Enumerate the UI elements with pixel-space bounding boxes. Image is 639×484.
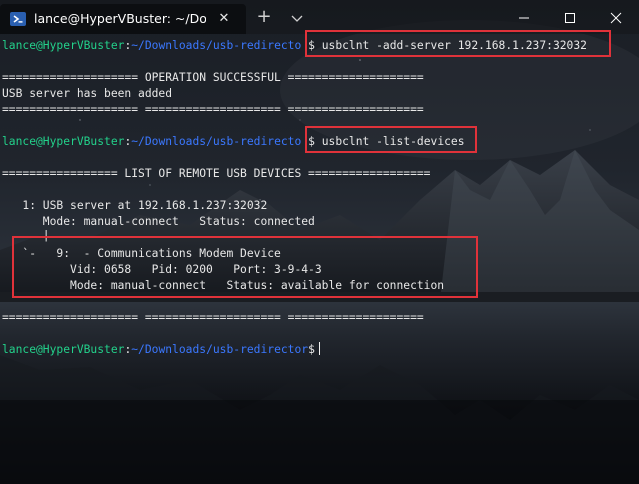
prompt-user: lance@HyperVBuster [2, 135, 125, 148]
prompt-user: lance@HyperVBuster [2, 343, 125, 356]
chevron-down-icon[interactable] [288, 9, 306, 27]
highlight-box-add-server [305, 30, 611, 57]
prompt-path: ~/Downloads/usb-redirecto [131, 135, 302, 148]
separator-line: ==================== OPERATION SUCCESSFU… [2, 71, 424, 84]
prompt-path: ~/Downloads/usb-redirecto [131, 39, 302, 52]
terminal-tab[interactable]: lance@HyperVBuster: ~/Downlc ✕ [0, 4, 246, 34]
prompt-dollar: $ [308, 343, 315, 356]
prompt-line-3: lance@HyperVBuster:~/Downloads/usb-redir… [2, 342, 320, 358]
maximize-button[interactable] [547, 0, 593, 34]
minimize-icon [519, 17, 529, 19]
server-line: 1: USB server at 192.168.1.237:32032 [2, 199, 268, 212]
result-line: USB server has been added [2, 87, 173, 100]
separator-line: ==================== ===================… [2, 311, 424, 324]
tab-close-icon[interactable]: ✕ [216, 11, 232, 27]
separator-line: ==================== ===================… [2, 103, 424, 116]
prompt-user: lance@HyperVBuster [2, 39, 125, 52]
powershell-icon [10, 12, 26, 26]
maximize-icon [565, 13, 575, 23]
new-tab-button[interactable]: + [254, 8, 274, 28]
prompt-path: ~/Downloads/usb-redirector [131, 343, 309, 356]
close-button[interactable] [593, 0, 639, 34]
highlight-box-list-devices [305, 126, 477, 153]
title-bar: lance@HyperVBuster: ~/Downlc ✕ + [0, 0, 639, 34]
list-header-line: ================= LIST OF REMOTE USB DEV… [2, 167, 431, 180]
text-cursor [318, 342, 320, 355]
terminal-window: lance@HyperVBuster: ~/Downlc ✕ + [0, 0, 639, 484]
minimize-button[interactable] [501, 0, 547, 34]
close-icon [610, 12, 622, 24]
tab-title: lance@HyperVBuster: ~/Downlc [34, 11, 206, 26]
highlight-box-device [12, 236, 478, 298]
